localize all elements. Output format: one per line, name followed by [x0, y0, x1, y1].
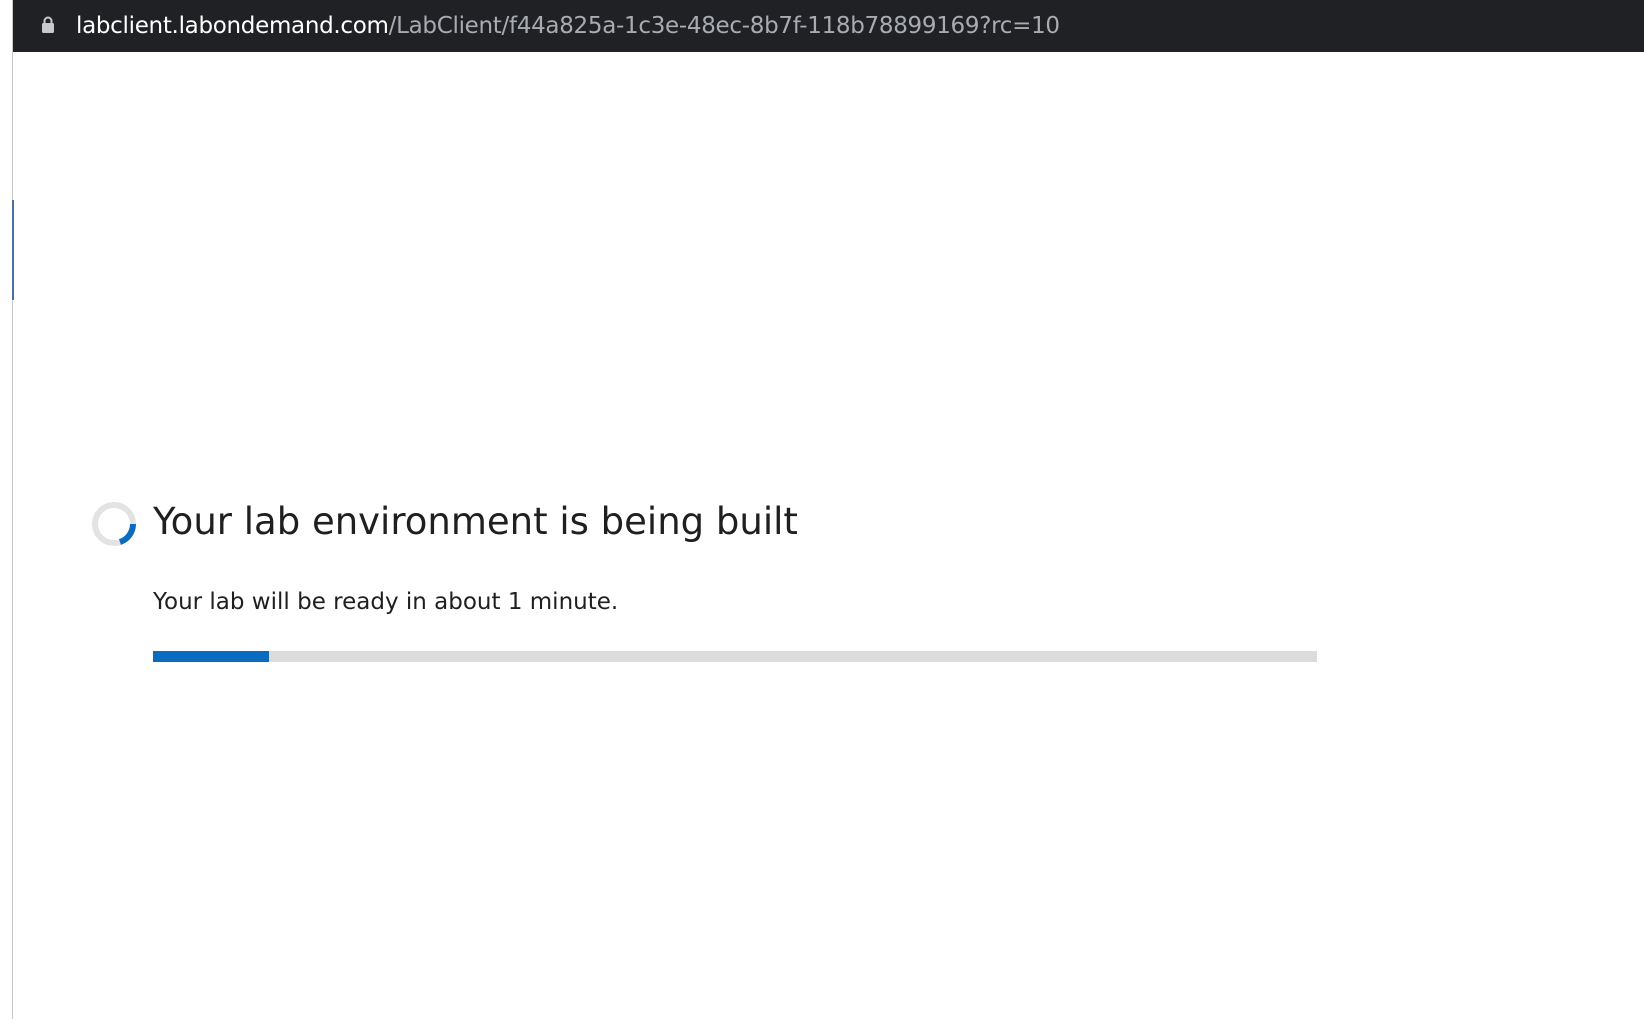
url-text[interactable]: labclient.labondemand.com/LabClient/f44a… — [76, 0, 1060, 52]
address-bar[interactable]: labclient.labondemand.com/LabClient/f44a… — [13, 0, 1644, 52]
url-host: labclient.labondemand.com — [76, 13, 389, 39]
page: labclient.labondemand.com/LabClient/f44a… — [0, 0, 1644, 1019]
spinner-icon — [92, 502, 136, 546]
status-title: Your lab environment is being built — [153, 500, 798, 543]
status-subtitle: Your lab will be ready in about 1 minute… — [153, 589, 619, 615]
progress-bar-fill — [153, 651, 270, 662]
left-edge-accent — [12, 200, 14, 300]
lock-icon[interactable] — [41, 16, 55, 34]
progress-bar — [153, 651, 1317, 662]
left-window-edge — [0, 0, 13, 1019]
url-path: /LabClient/f44a825a-1c3e-48ec-8b7f-118b7… — [388, 13, 1060, 39]
